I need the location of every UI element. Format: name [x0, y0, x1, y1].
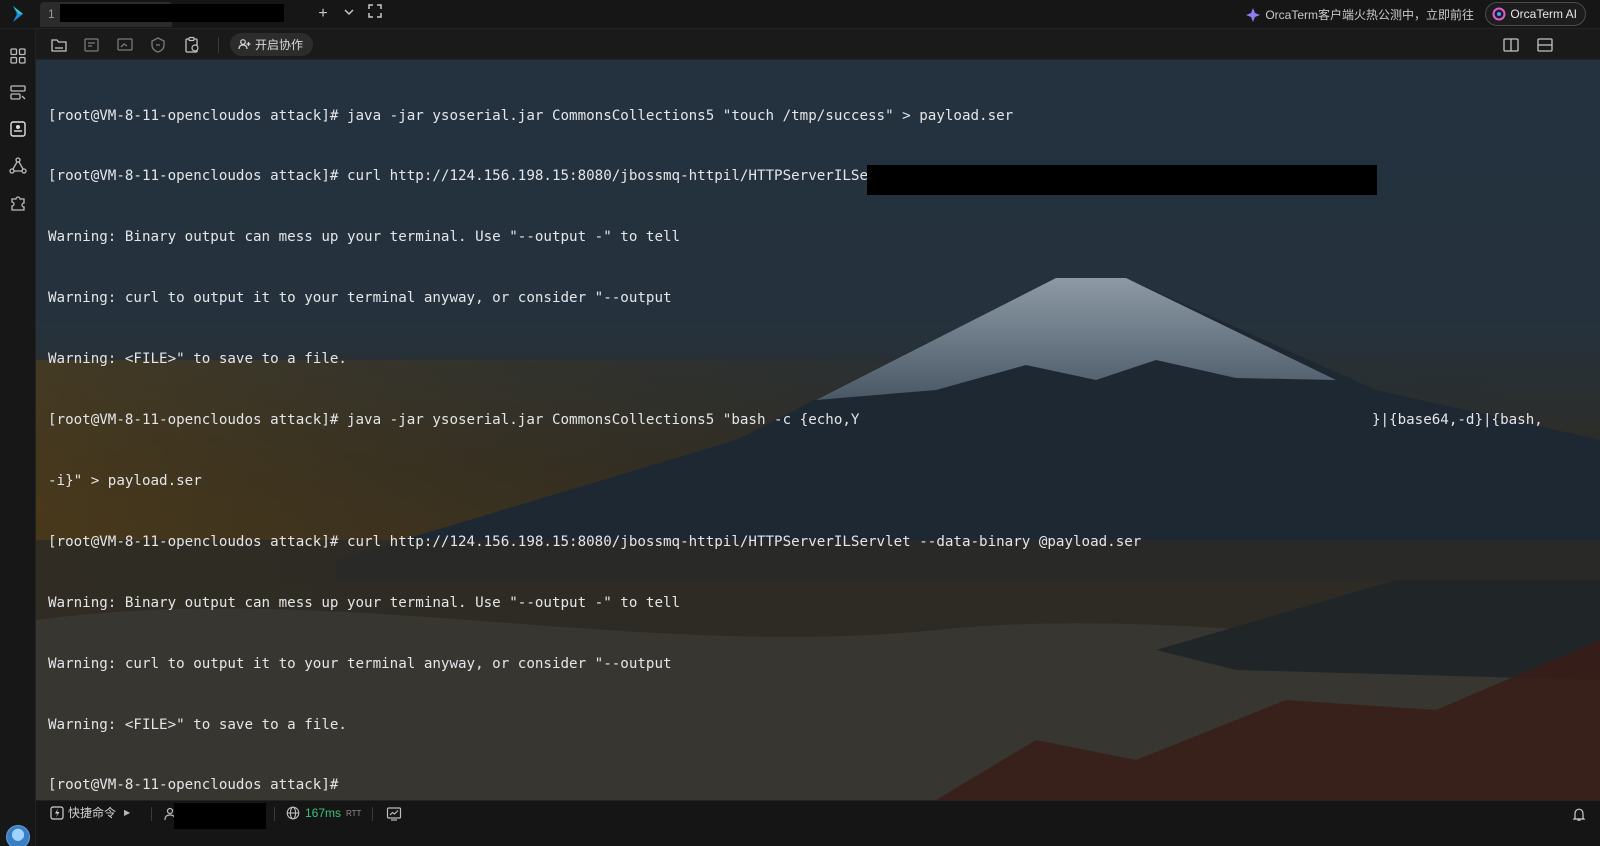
file-manager-icon[interactable] — [50, 36, 68, 54]
caret-right-icon: ▶ — [124, 808, 131, 817]
split-vertical-icon[interactable] — [1502, 36, 1520, 54]
redacted-tab-title — [60, 4, 284, 22]
globe-icon — [286, 806, 300, 820]
quick-cmd-label: 快捷命令 — [68, 806, 117, 820]
terminal-line: [root@VM-8-11-opencloudos attack]# java … — [48, 107, 1014, 124]
terminal-line: -i}" > payload.ser — [48, 472, 202, 489]
terminal-session-icon[interactable] — [8, 119, 28, 139]
screen-icon[interactable] — [116, 36, 134, 54]
title-bar: 1 + OrcaTerm客户端火热公测中，立即前往 OrcaTerm AI — [0, 0, 1600, 29]
left-sidebar — [0, 29, 36, 846]
terminal-line: [root@VM-8-11-opencloudos attack]# java … — [48, 412, 1543, 429]
quick-commands-button[interactable]: 快捷命令 ▶ — [50, 804, 130, 821]
add-user-icon — [238, 39, 251, 50]
status-divider — [274, 807, 275, 821]
terminal-line: Warning: Binary output can mess up your … — [48, 594, 681, 611]
start-collaboration-button[interactable]: 开启协作 — [230, 33, 314, 56]
bell-icon[interactable] — [1572, 807, 1586, 822]
terminal-line: Warning: curl to output it to your termi… — [48, 290, 672, 307]
terminal-line: Warning: <FILE>" to save to a file. — [48, 716, 347, 733]
monitor-chart-icon[interactable] — [386, 806, 402, 822]
latency-indicator: 167ms RTT — [286, 806, 361, 820]
user-avatar[interactable] — [6, 825, 30, 846]
terminal-line: [root@VM-8-11-opencloudos attack]# curl … — [48, 533, 1142, 550]
sparkle-icon — [1246, 7, 1261, 22]
collab-label: 开启协作 — [255, 38, 304, 52]
orcaterm-ai-button[interactable]: OrcaTerm AI — [1485, 2, 1586, 26]
ai-button-label: OrcaTerm AI — [1510, 7, 1577, 21]
new-tab-plus-icon[interactable]: + — [313, 4, 333, 24]
redacted-host-info — [174, 803, 266, 829]
clipboard-settings-icon[interactable] — [183, 36, 201, 54]
toolbar-divider — [218, 37, 219, 53]
split-horizontal-icon[interactable] — [1536, 36, 1554, 54]
latency-unit: RTT — [346, 808, 362, 818]
terminal-line: Warning: Binary output can mess up your … — [48, 229, 681, 246]
redacted-payload — [867, 165, 1377, 195]
snippet-icon[interactable] — [83, 36, 101, 54]
promo-link[interactable]: OrcaTerm客户端火热公测中，立即前往 — [1245, 6, 1474, 23]
terminal-pane[interactable]: [root@VM-8-11-opencloudos attack]# java … — [36, 60, 1600, 800]
apps-grid-icon[interactable] — [8, 46, 28, 66]
server-list-icon[interactable] — [8, 83, 28, 103]
network-nodes-icon[interactable] — [8, 156, 28, 176]
chevron-down-icon[interactable] — [339, 4, 359, 24]
terminal-line: Warning: <FILE>" to save to a file. — [48, 351, 347, 368]
tab-number: 1 — [48, 7, 55, 21]
terminal-line: [root@VM-8-11-opencloudos attack]# — [48, 777, 339, 794]
status-divider — [151, 807, 152, 821]
lightning-icon — [50, 805, 64, 820]
orcaterm-logo-icon — [13, 6, 23, 22]
terminal-line: Warning: curl to output it to your termi… — [48, 655, 672, 672]
plugin-puzzle-icon[interactable] — [8, 193, 28, 213]
shield-icon[interactable] — [149, 36, 167, 54]
latency-value: 167ms — [305, 806, 342, 820]
promo-text: OrcaTerm客户端火热公测中，立即前往 — [1265, 8, 1474, 22]
terminal-toolbar: 开启协作 — [36, 29, 1600, 60]
ai-logo-icon — [1492, 7, 1506, 21]
status-divider — [372, 807, 373, 821]
fullscreen-icon[interactable] — [365, 4, 385, 24]
status-bar: 快捷命令 ▶ 167ms RTT — [36, 800, 1600, 846]
